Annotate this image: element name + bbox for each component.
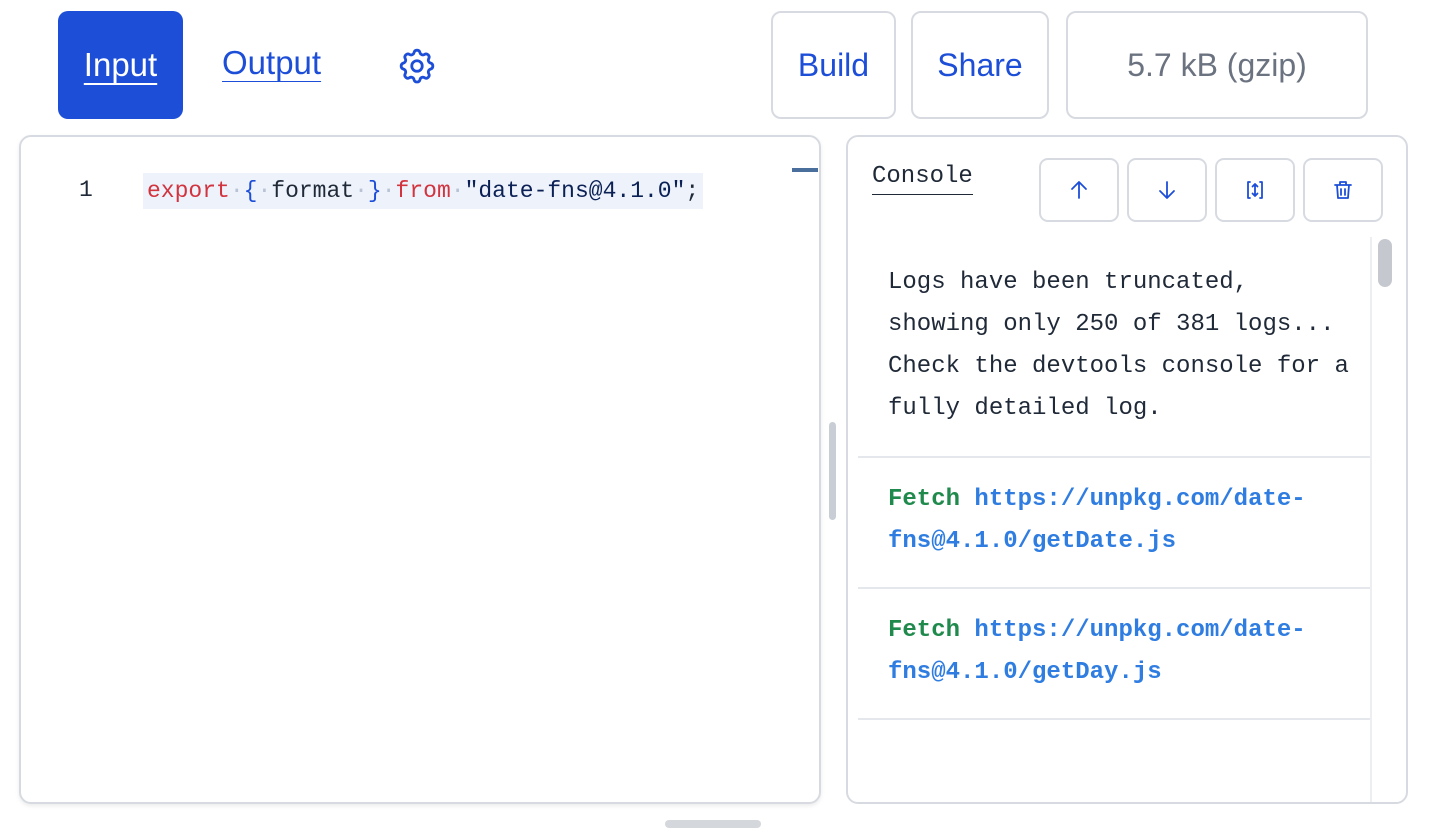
editor-scrollbar[interactable] — [829, 422, 836, 520]
build-button[interactable]: Build — [771, 11, 896, 119]
clear-console-button[interactable] — [1303, 158, 1383, 222]
trash-icon — [1334, 181, 1352, 199]
open-brace: { — [243, 178, 258, 204]
share-button[interactable]: Share — [911, 11, 1049, 119]
tab-input-label: Input — [83, 46, 158, 83]
console-scrollbar-track[interactable] — [1370, 237, 1398, 802]
scroll-up-button[interactable] — [1039, 158, 1119, 222]
tab-input[interactable]: Input — [58, 11, 183, 119]
bundle-size-badge: 5.7 kB (gzip) — [1066, 11, 1368, 119]
arrow-down-icon — [1159, 181, 1175, 199]
arrow-up-icon — [1071, 181, 1087, 199]
tab-output[interactable]: Output — [222, 44, 321, 92]
gear-icon[interactable] — [396, 45, 438, 87]
scroll-down-button[interactable] — [1127, 158, 1207, 222]
code-line[interactable]: export·{·format·}·from·"date-fns@4.1.0"; — [143, 173, 704, 209]
expand-logs-button[interactable] — [1215, 158, 1295, 222]
keyword-export: export — [147, 178, 230, 204]
module-string: "date-fns@4.1.0" — [464, 178, 686, 204]
cursor-marker — [792, 168, 818, 172]
line-number: 1 — [79, 177, 93, 203]
identifier: format — [271, 178, 355, 204]
semicolon: ; — [685, 178, 700, 204]
log-entry: Fetch https://unpkg.com/date-fns@4.1.0/g… — [858, 589, 1370, 720]
code-editor[interactable]: 1 export·{·format·}·from·"date-fns@4.1.0… — [19, 135, 836, 804]
console-panel: Console Logs have been truncated, showin… — [846, 135, 1408, 804]
expand-vertical-icon — [1247, 181, 1263, 199]
close-brace: } — [367, 178, 382, 204]
console-title: Console — [872, 163, 973, 195]
log-verb: Fetch — [888, 617, 961, 644]
keyword-from: from — [395, 178, 451, 204]
truncation-notice: Logs have been truncated, showing only 2… — [858, 237, 1370, 458]
log-verb: Fetch — [888, 486, 961, 513]
console-scrollbar-thumb[interactable] — [1378, 239, 1392, 287]
resize-handle[interactable] — [665, 820, 761, 828]
log-list[interactable]: Logs have been truncated, showing only 2… — [858, 237, 1370, 802]
log-entry: Fetch https://unpkg.com/date-fns@4.1.0/g… — [858, 458, 1370, 589]
